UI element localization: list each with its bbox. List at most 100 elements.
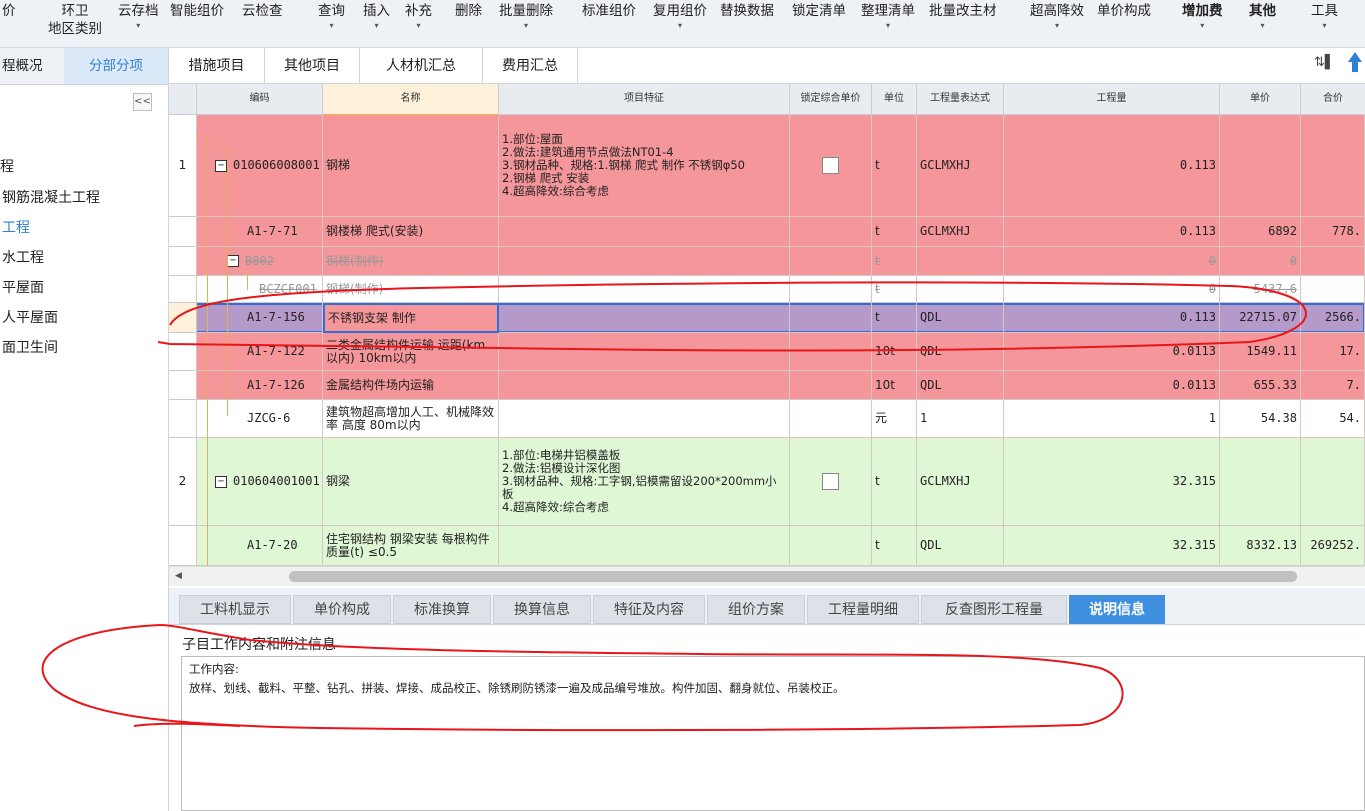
qty-cell[interactable]: 0.113 (1004, 217, 1220, 247)
table-row-selected[interactable]: A1-7-156 不锈钢支架 制作 t QDL 0.113 22715.07 2… (169, 303, 1365, 333)
qty-cell[interactable]: 0.113 (1004, 115, 1220, 217)
tree-item[interactable]: 钢筋混凝土工程 (2, 187, 100, 207)
unit-cell[interactable]: t (872, 438, 917, 526)
scroll-left-icon[interactable]: ◀ (175, 571, 182, 581)
header-name[interactable]: 名称 (323, 84, 499, 116)
tab-features-content[interactable]: 特征及内容 (593, 595, 705, 624)
unit-cell[interactable]: t (872, 217, 917, 247)
qty-cell[interactable]: 1 (1004, 400, 1220, 438)
code-cell[interactable]: BCZCF001 (197, 276, 323, 303)
lock-price-checkbox[interactable] (822, 473, 839, 490)
toolbar-cloud-archive-button[interactable]: 云存档 ▾ (118, 2, 159, 32)
unit-cell[interactable]: t (872, 303, 917, 333)
unit-cell[interactable]: 元 (872, 400, 917, 438)
unit-cell[interactable]: t (872, 115, 917, 217)
table-row[interactable]: BCZCF001 钢梯(制作) t 0 5437.6 (169, 276, 1365, 303)
unit-cell[interactable]: t (872, 276, 917, 303)
toolbar-batch-delete-button[interactable]: 批量删除 ▾ (499, 2, 553, 32)
code-cell[interactable]: JZCG-6 (197, 400, 323, 438)
code-cell[interactable]: A1-7-122 (197, 333, 323, 371)
toolbar-pricing-button[interactable]: 价 (2, 2, 16, 20)
toolbar-supplement-button[interactable]: 补充 ▾ (405, 2, 432, 32)
name-cell[interactable]: 钢梯(制作) (323, 247, 499, 276)
toolbar-sanitation-button[interactable]: 环卫 地区类别 (48, 2, 102, 38)
table-row[interactable]: 2 −010604001001 钢梁 1.部位:电梯井铝模盖板 2.做法:铝模设… (169, 438, 1365, 526)
feature-cell[interactable] (499, 303, 790, 333)
toolbar-query-button[interactable]: 查询 ▾ (318, 2, 345, 32)
tab-labor-machine-display[interactable]: 工料机显示 (179, 595, 291, 624)
qty-cell[interactable]: 32.315 (1004, 526, 1220, 566)
expr-cell[interactable]: QDL (917, 371, 1004, 400)
expr-cell[interactable]: GCLMXHJ (917, 115, 1004, 217)
header-unit[interactable]: 单位 (872, 84, 917, 115)
feature-cell[interactable]: 1.部位:电梯井铝模盖板 2.做法:铝模设计深化图 3.钢材品种、规格:工字钢,… (499, 438, 790, 526)
code-cell[interactable]: −010604001001 (197, 438, 323, 526)
table-row[interactable]: A1-7-20 住宅钢结构 钢梁安装 每根构件质量(t) ≤0.5 t QDL … (169, 526, 1365, 566)
tree-item-selected[interactable]: 工程 (2, 217, 30, 237)
header-quantity[interactable]: 工程量 (1004, 84, 1220, 115)
qty-cell[interactable]: 0.0113 (1004, 371, 1220, 400)
qty-cell[interactable]: 32.315 (1004, 438, 1220, 526)
expr-cell[interactable]: QDL (917, 303, 1004, 333)
tab-other-items[interactable]: 其他项目 (265, 48, 360, 83)
code-cell[interactable]: A1-7-71 (197, 217, 323, 247)
toolbar-lock-list-button[interactable]: 锁定清单 (792, 2, 846, 20)
tab-measures[interactable]: 措施项目 (169, 48, 265, 83)
name-cell[interactable]: 钢梯 (323, 115, 499, 217)
header-code[interactable]: 编码 (197, 84, 323, 115)
expr-cell[interactable] (917, 247, 1004, 276)
expr-cell[interactable] (917, 276, 1004, 303)
qty-cell[interactable]: 0.113 (1004, 303, 1220, 333)
toolbar-unit-price-composition-button[interactable]: 单价构成 (1097, 2, 1151, 20)
name-cell[interactable]: 建筑物超高增加人工、机械降效率 高度 80m以内 (323, 400, 499, 438)
tab-conversion-info[interactable]: 换算信息 (493, 595, 591, 624)
tab-reverse-check-quantity[interactable]: 反查图形工程量 (921, 595, 1067, 624)
collapse-toggle-icon[interactable]: − (227, 255, 239, 267)
tab-standard-conversion[interactable]: 标准换算 (393, 595, 491, 624)
header-unit-price[interactable]: 单价 (1220, 84, 1301, 115)
feature-cell[interactable] (499, 371, 790, 400)
feature-cell[interactable] (499, 526, 790, 566)
header-qty-expression[interactable]: 工程量表达式 (917, 84, 1004, 115)
arrow-up-icon[interactable] (1348, 52, 1362, 62)
tab-fee-summary[interactable]: 费用汇总 (483, 48, 578, 83)
toolbar-reuse-pricing-button[interactable]: 复用组价 ▾ (653, 2, 707, 32)
tab-quantity-detail[interactable]: 工程量明细 (807, 595, 919, 624)
code-cell[interactable]: − B002 (197, 247, 323, 276)
feature-cell[interactable]: 1.部位:屋面 2.做法:建筑通用节点做法NT01-4 3.钢材品种、规格:1.… (499, 115, 790, 217)
tree-item[interactable]: 人平屋面 (2, 307, 58, 327)
feature-cell[interactable] (499, 247, 790, 276)
expr-cell[interactable]: GCLMXHJ (917, 438, 1004, 526)
tab-project-overview[interactable]: 程概况 (0, 48, 64, 84)
name-cell[interactable]: 钢梁 (323, 438, 499, 526)
toolbar-standard-pricing-button[interactable]: 标准组价 (582, 2, 636, 20)
toolbar-organize-list-button[interactable]: 整理清单 ▾ (861, 2, 915, 32)
name-cell[interactable]: 钢梯(制作) (323, 276, 499, 303)
toolbar-additional-fee-button[interactable]: 增加费 ▾ (1182, 2, 1223, 32)
toolbar-other-button[interactable]: 其他 ▾ (1249, 2, 1276, 32)
name-cell-editing[interactable]: 不锈钢支架 制作 (323, 303, 499, 333)
feature-cell[interactable] (499, 333, 790, 371)
toolbar-cloud-check-button[interactable]: 云检查 (242, 2, 283, 20)
tree-item[interactable]: 水工程 (2, 247, 44, 267)
feature-cell[interactable] (499, 276, 790, 303)
table-row[interactable]: A1-7-126 金属结构件场内运输 10t QDL 0.0113 655.33… (169, 371, 1365, 400)
description-textarea[interactable]: 工作内容: 放样、划线、截料、平整、钻孔、拼装、焊接、成品校正、除锈刷防锈漆一遍… (181, 656, 1365, 811)
code-cell[interactable]: A1-7-20 (197, 526, 323, 566)
toolbar-tools-button[interactable]: 工具 ▾ (1311, 2, 1338, 32)
tab-pricing-scheme[interactable]: 组价方案 (707, 595, 805, 624)
tab-unit-price-composition[interactable]: 单价构成 (293, 595, 391, 624)
tree-item[interactable]: 面卫生间 (2, 337, 58, 357)
header-feature[interactable]: 项目特征 (499, 84, 790, 115)
expr-cell[interactable]: QDL (917, 526, 1004, 566)
lock-price-checkbox[interactable] (822, 157, 839, 174)
collapse-toggle-icon[interactable]: − (215, 475, 227, 488)
code-cell[interactable]: A1-7-156 (197, 303, 323, 333)
table-row[interactable]: − B002 钢梯(制作) t 0 0 (169, 247, 1365, 276)
feature-cell[interactable] (499, 217, 790, 247)
unit-cell[interactable]: 10t (872, 333, 917, 371)
tab-sub-items[interactable]: 分部分项 (64, 48, 168, 84)
feature-cell[interactable] (499, 400, 790, 438)
code-cell[interactable]: A1-7-126 (197, 371, 323, 400)
name-cell[interactable]: 钢楼梯 爬式(安装) (323, 217, 499, 247)
